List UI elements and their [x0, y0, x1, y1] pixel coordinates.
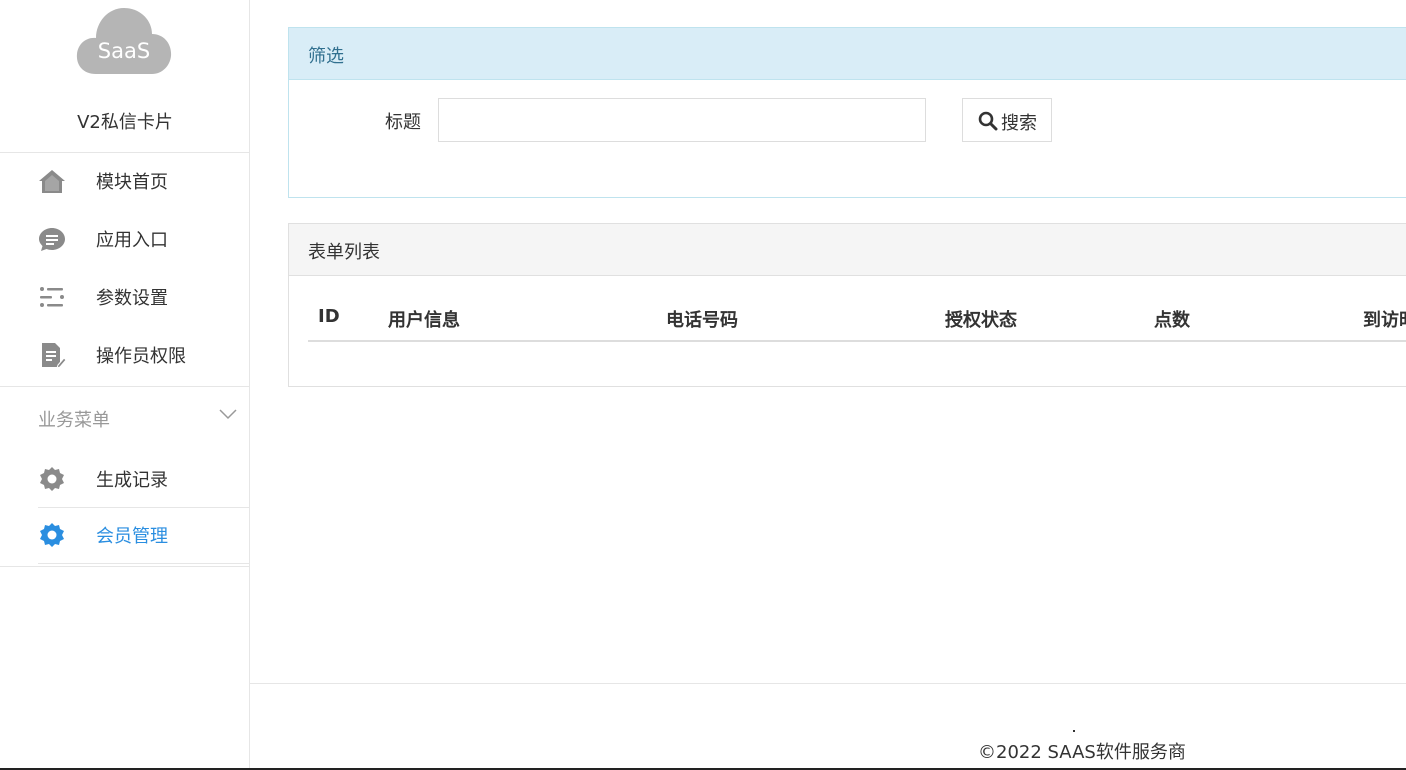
menu-group-title[interactable]: 业务菜单 — [38, 406, 110, 432]
column-header-phone[interactable]: 电话号码 — [666, 306, 738, 332]
gear-icon — [38, 465, 66, 493]
column-header-points[interactable]: 点数 — [1154, 306, 1190, 332]
sidebar-item-label: 应用入口 — [96, 230, 168, 251]
sidebar-item-param-settings[interactable]: 参数设置 — [0, 276, 250, 316]
sidebar-item-label: 模块首页 — [96, 172, 168, 193]
app-title: V2私信卡片 — [77, 112, 173, 133]
form-list-panel: 表单列表 ID 用户信息 电话号码 授权状态 点数 到访时 — [288, 223, 1406, 387]
sidebar-item-member-management[interactable]: 会员管理 — [0, 514, 250, 554]
search-icon — [978, 111, 998, 131]
sidebar-item-app-entry[interactable]: 应用入口 — [0, 218, 250, 258]
sidebar-divider — [38, 563, 250, 564]
form-list-title: 表单列表 — [308, 242, 380, 263]
search-button[interactable]: 搜索 — [962, 98, 1052, 142]
table-header-divider — [308, 340, 1406, 342]
sidebar-divider — [38, 507, 250, 508]
sidebar-divider — [0, 386, 250, 387]
footer-dot — [1073, 730, 1075, 732]
title-field-label: 标题 — [385, 112, 421, 133]
title-input[interactable] — [438, 98, 926, 142]
sidebar-item-generation-records[interactable]: 生成记录 — [0, 458, 250, 498]
sidebar-divider — [0, 566, 250, 567]
column-header-user-info[interactable]: 用户信息 — [388, 306, 460, 332]
gear-icon — [38, 521, 66, 549]
form-list-header: 表单列表 — [289, 224, 1406, 276]
footer-divider — [250, 683, 1406, 684]
filter-panel: 筛选 标题 搜索 — [288, 27, 1406, 198]
sidebar-item-label: 生成记录 — [96, 470, 168, 491]
logo-text: SaaS — [98, 39, 150, 63]
document-edit-icon — [38, 341, 66, 369]
sidebar-item-label: 操作员权限 — [96, 346, 186, 367]
filter-panel-title: 筛选 — [308, 46, 344, 67]
sidebar-item-operator-permissions[interactable]: 操作员权限 — [0, 334, 250, 374]
saas-cloud-logo: SaaS — [74, 4, 174, 78]
footer-copyright: ©2022 SAAS软件服务商 — [978, 742, 1186, 763]
sidebar: SaaS V2私信卡片 模块首页 应用入口 参数设置 操作员权限 业务菜单 生成… — [0, 0, 250, 768]
sidebar-item-label: 参数设置 — [96, 288, 168, 309]
column-header-auth-status[interactable]: 授权状态 — [945, 306, 1017, 332]
column-header-id[interactable]: ID — [318, 306, 340, 327]
chat-bubble-icon — [38, 225, 66, 253]
sidebar-item-module-home[interactable]: 模块首页 — [0, 160, 250, 200]
sidebar-item-label: 会员管理 — [96, 526, 168, 547]
home-icon — [38, 167, 66, 195]
search-button-label: 搜索 — [1001, 113, 1037, 134]
filter-panel-header: 筛选 — [289, 28, 1406, 80]
chevron-down-icon[interactable] — [218, 404, 238, 424]
column-header-visit-time[interactable]: 到访时 — [1363, 306, 1406, 332]
sidebar-divider — [0, 152, 250, 153]
list-settings-icon — [38, 283, 66, 311]
